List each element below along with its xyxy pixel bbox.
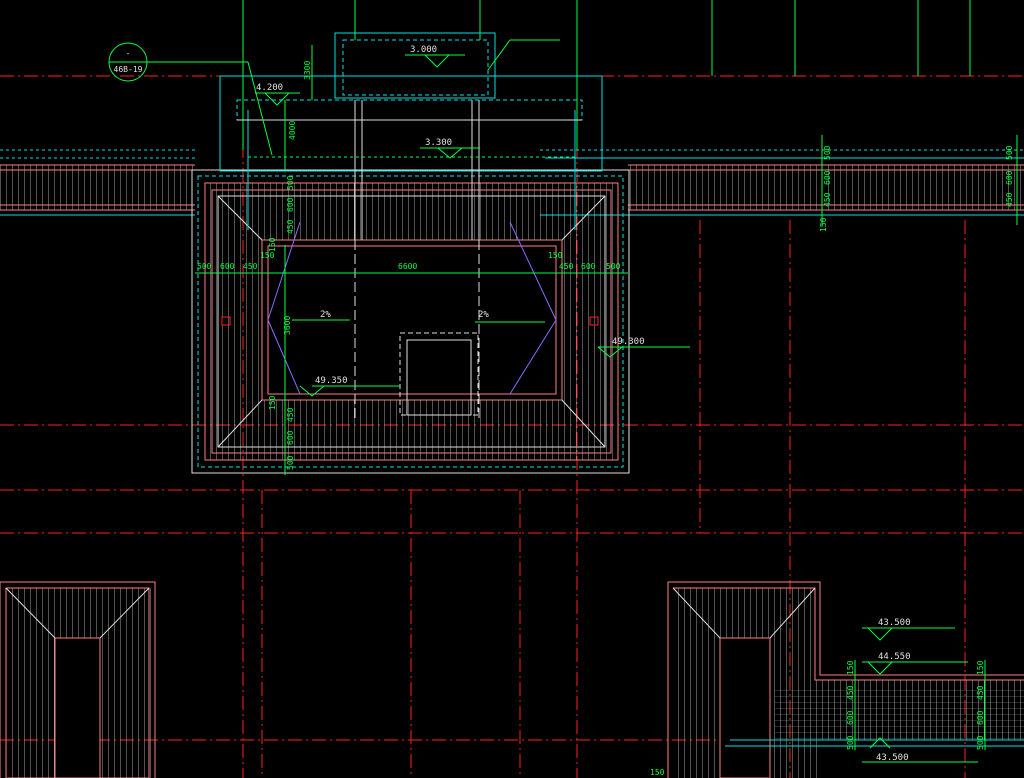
dim-brc-3: 600: [846, 710, 855, 725]
elev-4200-label: 4.200: [256, 83, 283, 93]
dim-rca-3: 450: [823, 192, 832, 207]
elev-49300-label: 49.300: [612, 337, 645, 347]
dim-150b: 150: [548, 251, 563, 260]
cad-drawing-canvas[interactable]: - 46B-19 3.000 4.200 3.300 2% 2% 49.300 …: [0, 0, 1024, 778]
dim-right-2: 600: [581, 262, 596, 271]
svg-text:46B-19: 46B-19: [114, 65, 143, 74]
svg-text:-: -: [126, 49, 131, 58]
parapet-left: [0, 149, 195, 216]
central-roof: [191, 169, 630, 474]
elev-49350-label: 49.350: [315, 376, 348, 386]
dim-3300: 3300: [303, 61, 312, 80]
reference-lines: [242, 0, 971, 150]
dim-rca-1: 500: [823, 145, 832, 160]
dim-right-3: 500: [606, 262, 621, 271]
dim-vlo-1: 150: [268, 395, 277, 410]
dim-vlo-4: 500: [286, 455, 295, 470]
dim-vlo-3: 600: [286, 430, 295, 445]
dim-rcb-3: 450: [1005, 192, 1014, 207]
dim-brc2-1: 150: [976, 660, 985, 675]
dim-brc2-4: 500: [976, 735, 985, 750]
bottom-left-block: [0, 581, 156, 778]
dim-rcb-2: 600: [1005, 170, 1014, 185]
elev-3000-label: 3.000: [410, 45, 437, 55]
dim-6600: 6600: [398, 262, 417, 271]
dim-vlo-2: 450: [286, 407, 295, 422]
grid-axes: [0, 0, 1024, 778]
elev-43500b-label: 43.500: [876, 753, 909, 763]
dim-vl-1: 500: [286, 175, 295, 190]
dim-right-1: 450: [559, 262, 574, 271]
dim-3600: 3600: [283, 316, 292, 335]
slope-left-label: 2%: [320, 310, 331, 320]
dim-brc-4: 500: [846, 735, 855, 750]
slope-right-label: 2%: [478, 310, 489, 320]
dim-brc-2: 450: [846, 685, 855, 700]
dim-rcb-1: 500: [1005, 145, 1014, 160]
elev-44550-label: 44.550: [878, 652, 911, 662]
elev-3300-label: 3.300: [425, 138, 452, 148]
dim-left-2: 600: [220, 262, 235, 271]
elev-43500-label: 43.500: [878, 618, 911, 628]
dim-brc-1: 150: [846, 660, 855, 675]
dim-brc2-2: 450: [976, 685, 985, 700]
dim-150-edge: 150: [819, 217, 828, 232]
dim-vl-2: 600: [286, 197, 295, 212]
dim-4000: 4000: [288, 121, 297, 140]
dim-rca-2: 600: [823, 170, 832, 185]
dim-brc2-3: 600: [976, 710, 985, 725]
dim-left-3: 450: [243, 262, 258, 271]
dim-vl-3: 450: [286, 219, 295, 234]
dim-left-1: 500: [197, 262, 212, 271]
dim-bottom-150: 150: [650, 768, 665, 777]
dim-vl-4: 150: [268, 237, 277, 252]
